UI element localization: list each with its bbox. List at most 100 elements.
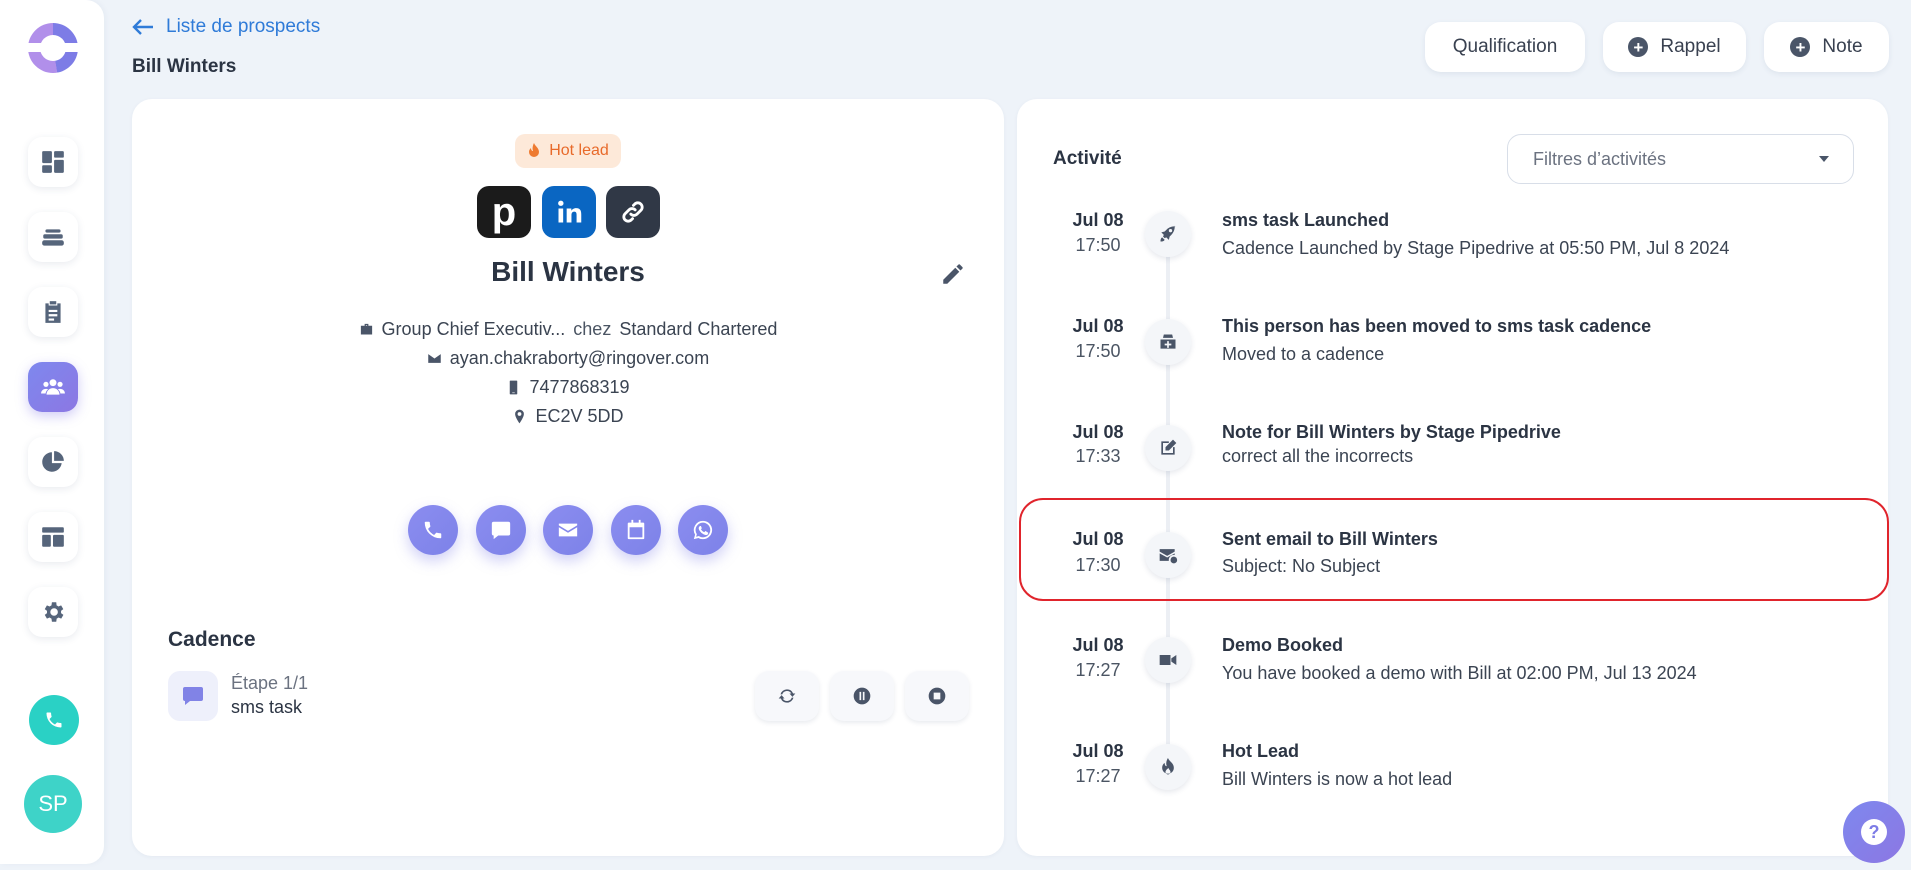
linkedin-icon[interactable] xyxy=(542,186,596,238)
activity-time: 17:50 xyxy=(1075,341,1121,361)
location-line: EC2V 5DD xyxy=(132,406,1004,427)
pipedrive-letter: p xyxy=(491,189,517,234)
video-icon xyxy=(1145,637,1191,683)
back-link-label: Liste de prospects xyxy=(166,16,321,37)
inbox-plus-icon xyxy=(1145,319,1191,365)
qualification-button[interactable]: Qualification xyxy=(1425,22,1585,72)
stop-cadence-button[interactable] xyxy=(905,671,969,721)
briefcase-icon xyxy=(360,323,372,335)
whatsapp-action-button[interactable] xyxy=(678,505,728,555)
mail-icon xyxy=(428,354,441,363)
activity-card xyxy=(1017,99,1888,856)
avatar[interactable]: SP xyxy=(24,775,82,833)
activity-subtitle: correct all the incorrects xyxy=(1222,446,1414,466)
rappel-button[interactable]: + Rappel xyxy=(1603,22,1746,72)
app-logo[interactable] xyxy=(28,23,78,73)
activity-date: Jul 08 xyxy=(1072,422,1124,442)
contact-email[interactable]: ayan.chakraborty@ringover.com xyxy=(450,348,709,369)
stop-icon xyxy=(928,687,946,705)
plus-icon: + xyxy=(1628,37,1649,57)
activity-subtitle: Cadence Launched by Stage Pipedrive at 0… xyxy=(1222,238,1730,258)
pause-icon xyxy=(853,687,871,705)
dashboard-icon[interactable] xyxy=(28,137,78,187)
stack-icon[interactable] xyxy=(28,212,78,262)
activity-time: 17:27 xyxy=(1075,660,1121,680)
qualification-label: Qualification xyxy=(1452,36,1558,57)
rocket-icon xyxy=(1145,211,1191,257)
contact-name: Bill Winters xyxy=(491,256,645,287)
company-name: Standard Chartered xyxy=(619,319,778,339)
chat-bubble-icon xyxy=(491,521,511,540)
activity-date: Jul 08 xyxy=(1072,741,1124,761)
cadence-title: Cadence xyxy=(168,628,256,651)
dialer-button[interactable] xyxy=(29,695,79,745)
call-action-button[interactable] xyxy=(408,505,458,555)
calendar-icon xyxy=(627,519,645,540)
contact-phone[interactable]: 7477868319 xyxy=(529,377,629,398)
activity-title-text: sms task Launched xyxy=(1222,210,1390,230)
activity-filter-select[interactable]: Filtres d’activités xyxy=(1507,134,1854,184)
question-icon: ? xyxy=(1861,819,1887,845)
phone-icon xyxy=(46,712,62,728)
template-icon[interactable] xyxy=(28,512,78,562)
activity-time: 17:50 xyxy=(1075,235,1121,255)
hot-lead-label: Hot lead xyxy=(549,142,609,159)
refresh-icon xyxy=(778,689,796,703)
activity-title-text: Hot Lead xyxy=(1222,741,1300,761)
back-link[interactable]: Liste de prospects xyxy=(132,16,320,38)
activity-title-text: Demo Booked xyxy=(1222,635,1344,655)
cadence-step: Étape 1/1 xyxy=(231,673,309,693)
activity-time: 17:33 xyxy=(1075,446,1121,466)
job-line: Group Chief Executiv... chez Standard Ch… xyxy=(132,319,1004,340)
people-icon[interactable] xyxy=(28,362,78,412)
pie-chart-icon[interactable] xyxy=(28,437,78,487)
activity-subtitle: Moved to a cadence xyxy=(1222,344,1385,364)
edit-icon[interactable] xyxy=(940,261,966,287)
pipedrive-icon[interactable]: p xyxy=(477,186,531,238)
clipboard-icon[interactable] xyxy=(28,287,78,337)
mobile-icon xyxy=(510,380,518,395)
activity-title: Activité xyxy=(1053,148,1122,169)
activity-date: Jul 08 xyxy=(1072,635,1124,655)
activity-subtitle: You have booked a demo with Bill at 02:0… xyxy=(1222,663,1697,683)
activity-title-text: Note for Bill Winters by Stage Pipedrive xyxy=(1222,422,1561,442)
location-pin-icon xyxy=(515,409,525,424)
envelope-icon xyxy=(558,523,578,537)
flame-icon xyxy=(529,143,540,157)
cadence-task: sms task xyxy=(231,697,303,717)
hot-lead-badge: Hot lead xyxy=(515,134,621,168)
help-button[interactable]: ? xyxy=(1843,801,1905,863)
activity-filter-placeholder: Filtres d’activités xyxy=(1533,148,1667,169)
activity-date: Jul 08 xyxy=(1072,316,1124,336)
activity-time: 17:27 xyxy=(1075,766,1121,786)
activity-date: Jul 08 xyxy=(1072,210,1124,230)
job-title: Group Chief Executiv... xyxy=(381,319,566,339)
pause-cadence-button[interactable] xyxy=(830,671,894,721)
phone-line: 7477868319 xyxy=(132,377,1004,398)
change-cadence-button[interactable] xyxy=(755,671,819,721)
highlighted-activity-frame xyxy=(1019,498,1889,601)
edit-note-icon xyxy=(1145,425,1191,471)
sms-action-button[interactable] xyxy=(476,505,526,555)
sidebar: SP xyxy=(0,0,104,864)
email-line: ayan.chakraborty@ringover.com xyxy=(132,348,1004,369)
plus-icon: + xyxy=(1790,37,1811,57)
phone-icon xyxy=(424,521,442,539)
calendar-action-button[interactable] xyxy=(611,505,661,555)
activity-title-text: This person has been moved to sms task c… xyxy=(1222,316,1652,336)
note-label: Note xyxy=(1822,36,1863,57)
activity-subtitle: Bill Winters is now a hot lead xyxy=(1222,769,1453,789)
contact-postcode: EC2V 5DD xyxy=(535,406,624,426)
note-button[interactable]: + Note xyxy=(1764,22,1889,72)
rappel-label: Rappel xyxy=(1660,36,1721,57)
flame-icon xyxy=(1145,744,1191,790)
gear-icon[interactable] xyxy=(28,587,78,637)
link-icon[interactable] xyxy=(606,186,660,238)
page-title: Bill Winters xyxy=(132,56,237,77)
cadence-sms-icon xyxy=(168,671,218,721)
arrow-left-icon xyxy=(132,19,153,35)
company-prefix: chez xyxy=(573,319,612,339)
chevron-down-icon xyxy=(1819,156,1829,162)
whatsapp-icon xyxy=(693,520,713,540)
email-action-button[interactable] xyxy=(543,505,593,555)
